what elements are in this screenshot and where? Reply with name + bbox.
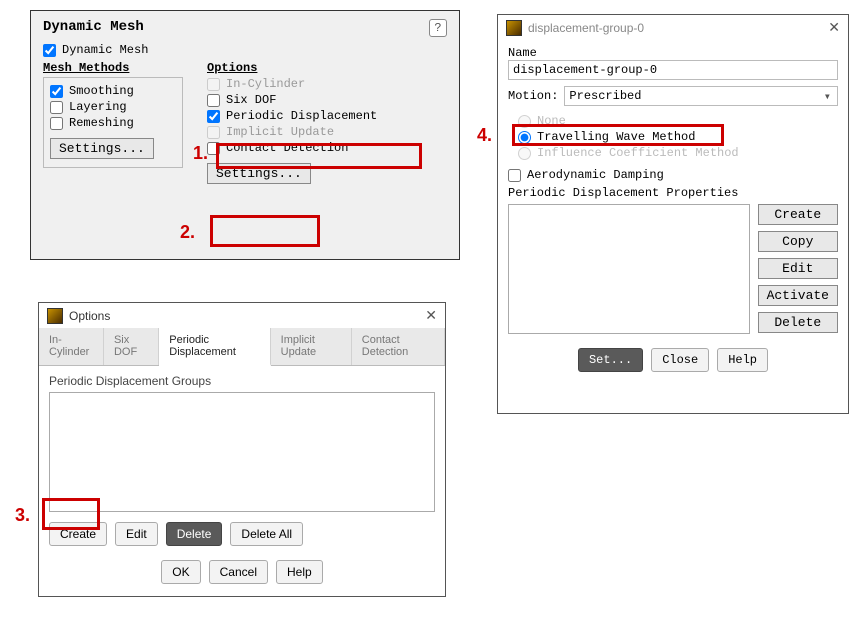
tab-contact-detection[interactable]: Contact Detection (352, 328, 445, 365)
mesh-methods-settings-button[interactable]: Settings... (50, 138, 154, 159)
radio-icm (518, 147, 531, 160)
displacement-group-dialog: displacement-group-0 ✕ Name Motion: Pres… (497, 14, 849, 414)
smoothing-checkbox[interactable] (50, 85, 63, 98)
name-input[interactable] (508, 60, 838, 80)
contact-detection-label: Contact Detection (226, 141, 348, 155)
aero-damping-label: Aerodynamic Damping (527, 168, 664, 182)
options-tabs: In-Cylinder Six DOF Periodic Displacemen… (39, 328, 445, 366)
motion-label: Motion: (508, 89, 558, 103)
annotation-4: 4. (477, 125, 492, 146)
radio-twm[interactable] (518, 131, 531, 144)
remeshing-checkbox[interactable] (50, 117, 63, 130)
dg-delete-button[interactable]: Delete (758, 312, 838, 333)
options-titlebar: Options ✕ (39, 303, 445, 328)
mesh-methods-header: Mesh Methods (43, 61, 183, 75)
dynamic-mesh-checkbox[interactable] (43, 44, 56, 57)
options-title: Options (69, 309, 110, 323)
create-button[interactable]: Create (49, 522, 107, 546)
cancel-button[interactable]: Cancel (209, 560, 268, 584)
app-icon (47, 308, 63, 324)
groups-list[interactable] (49, 392, 435, 512)
annotation-3: 3. (15, 505, 30, 526)
ok-button[interactable]: OK (161, 560, 200, 584)
edit-button[interactable]: Edit (115, 522, 158, 546)
dg-title: displacement-group-0 (528, 21, 644, 35)
delete-all-button[interactable]: Delete All (230, 522, 303, 546)
radio-none-label: None (537, 114, 566, 128)
dg-titlebar: displacement-group-0 ✕ (498, 15, 848, 40)
options-settings-button[interactable]: Settings... (207, 163, 311, 184)
radio-twm-label: Travelling Wave Method (537, 130, 695, 144)
help-button-dg[interactable]: Help (717, 348, 768, 372)
in-cylinder-checkbox (207, 78, 220, 91)
dynamic-mesh-label: Dynamic Mesh (62, 43, 148, 57)
options-dialog: Options ✕ In-Cylinder Six DOF Periodic D… (38, 302, 446, 597)
implicit-update-label: Implicit Update (226, 125, 334, 139)
groups-label: Periodic Displacement Groups (49, 374, 435, 388)
tab-six-dof[interactable]: Six DOF (104, 328, 159, 365)
help-button[interactable]: Help (276, 560, 323, 584)
delete-button[interactable]: Delete (166, 522, 223, 546)
periodic-displacement-checkbox[interactable] (207, 110, 220, 123)
motion-select[interactable]: Prescribed (564, 86, 838, 106)
tab-periodic-displacement[interactable]: Periodic Displacement (159, 328, 270, 366)
smoothing-label: Smoothing (69, 84, 134, 98)
close-icon[interactable]: ✕ (425, 307, 437, 324)
contact-detection-checkbox[interactable] (207, 142, 220, 155)
layering-label: Layering (69, 100, 127, 114)
implicit-update-checkbox (207, 126, 220, 139)
close-icon[interactable]: ✕ (828, 19, 840, 36)
props-list[interactable] (508, 204, 750, 334)
props-label: Periodic Displacement Properties (508, 186, 838, 200)
six-dof-label: Six DOF (226, 93, 276, 107)
set-button[interactable]: Set... (578, 348, 643, 372)
panel-title: Dynamic Mesh (43, 19, 144, 35)
annotation-2: 2. (180, 222, 195, 243)
six-dof-checkbox[interactable] (207, 94, 220, 107)
radio-icm-label: Influence Coefficient Method (537, 146, 739, 160)
name-label: Name (508, 46, 838, 60)
radio-none (518, 115, 531, 128)
in-cylinder-label: In-Cylinder (226, 77, 305, 91)
dg-edit-button[interactable]: Edit (758, 258, 838, 279)
app-icon (506, 20, 522, 36)
dg-create-button[interactable]: Create (758, 204, 838, 225)
help-icon[interactable]: ? (429, 19, 447, 37)
remeshing-label: Remeshing (69, 116, 134, 130)
annotation-1: 1. (193, 143, 208, 164)
dg-copy-button[interactable]: Copy (758, 231, 838, 252)
periodic-displacement-label: Periodic Displacement (226, 109, 377, 123)
tab-implicit-update[interactable]: Implicit Update (271, 328, 352, 365)
dg-activate-button[interactable]: Activate (758, 285, 838, 306)
options-header: Options (207, 61, 377, 75)
layering-checkbox[interactable] (50, 101, 63, 114)
close-button[interactable]: Close (651, 348, 709, 372)
tab-in-cylinder[interactable]: In-Cylinder (39, 328, 104, 365)
dynamic-mesh-panel: Dynamic Mesh ? Dynamic Mesh Mesh Methods… (30, 10, 460, 260)
aero-damping-checkbox[interactable] (508, 169, 521, 182)
